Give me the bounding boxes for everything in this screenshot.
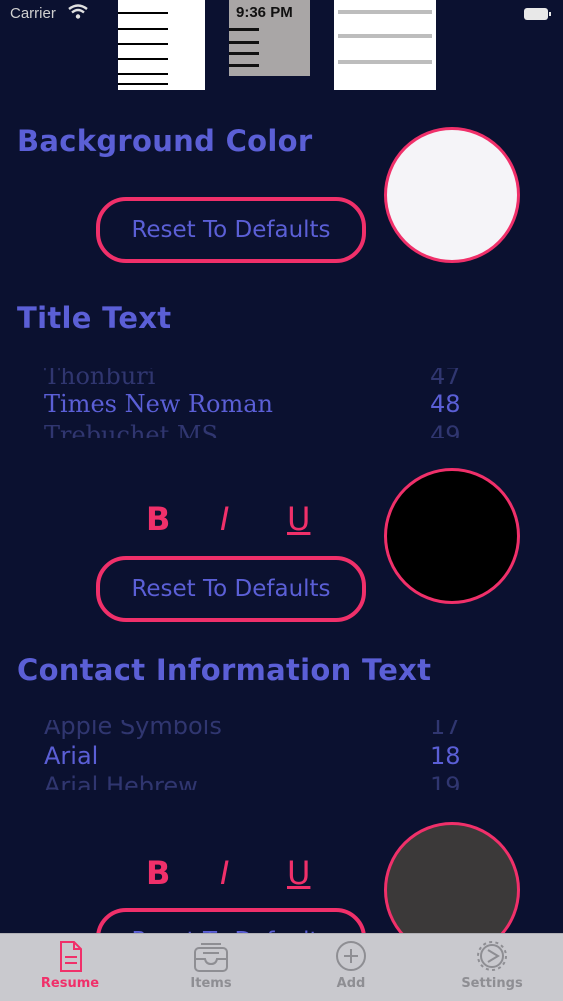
tab-label: Settings	[461, 976, 523, 991]
picker-font-size: 48	[430, 390, 461, 418]
picker-row[interactable]: Trebuchet MS 49	[44, 421, 464, 438]
picker-font-size: 47	[430, 368, 461, 390]
picker-font-name: Arial Hebrew	[44, 772, 198, 790]
title-bold-button[interactable]: B	[146, 500, 170, 538]
picker-font-name: Thonburi	[44, 368, 156, 390]
title-text-title: Title Text	[17, 301, 172, 335]
picker-row-selected[interactable]: Times New Roman 48	[44, 390, 464, 418]
contact-underline-button[interactable]: U	[287, 854, 310, 892]
tab-resume[interactable]: Resume	[20, 940, 120, 991]
carrier-label: Carrier	[10, 5, 56, 22]
tab-bar: Resume Items Add Settings	[0, 933, 563, 1001]
picker-row[interactable]: Apple Symbols 17	[44, 720, 464, 740]
tab-items[interactable]: Items	[161, 940, 261, 991]
tab-label: Items	[190, 976, 232, 991]
title-reset-button[interactable]: Reset To Defaults	[96, 556, 366, 622]
picker-row[interactable]: Thonburi 47	[44, 368, 464, 390]
picker-font-size: 17	[430, 720, 461, 740]
title-color-swatch[interactable]	[384, 468, 520, 604]
picker-row[interactable]: Arial Hebrew 19	[44, 772, 464, 790]
contact-text-title: Contact Information Text	[17, 653, 432, 687]
plus-circle-icon	[336, 941, 366, 971]
background-color-title: Background Color	[17, 124, 313, 158]
wifi-icon	[68, 4, 88, 19]
title-italic-button[interactable]: I	[220, 500, 229, 538]
picker-font-name: Apple Symbols	[44, 720, 222, 740]
picker-font-size: 49	[430, 421, 461, 438]
title-font-picker[interactable]: Thonburi 47 Times New Roman 48 Trebuchet…	[0, 368, 563, 438]
tab-settings[interactable]: Settings	[442, 940, 542, 991]
picker-font-name: Trebuchet MS	[44, 421, 218, 438]
tray-icon	[194, 943, 228, 972]
document-icon	[60, 941, 82, 972]
picker-row-selected[interactable]: Arial 18	[44, 742, 464, 770]
picker-font-name: Times New Roman	[44, 390, 274, 418]
background-color-swatch[interactable]	[384, 127, 520, 263]
contact-italic-button[interactable]: I	[220, 854, 229, 892]
status-time: 9:36 PM	[236, 4, 293, 21]
tab-label: Resume	[40, 976, 100, 991]
contact-font-picker[interactable]: Apple Symbols 17 Arial 18 Arial Hebrew 1…	[0, 720, 563, 790]
tab-label: Add	[336, 976, 366, 991]
picker-font-name: Arial	[44, 742, 99, 770]
title-underline-button[interactable]: U	[287, 500, 310, 538]
picker-font-size: 18	[430, 742, 461, 770]
picker-font-size: 19	[430, 772, 461, 790]
gear-icon	[477, 941, 507, 971]
battery-icon	[524, 8, 551, 20]
tab-add[interactable]: Add	[301, 940, 401, 991]
contact-bold-button[interactable]: B	[146, 854, 170, 892]
status-bar: Carrier 9:36 PM	[0, 0, 563, 30]
background-reset-button[interactable]: Reset To Defaults	[96, 197, 366, 263]
